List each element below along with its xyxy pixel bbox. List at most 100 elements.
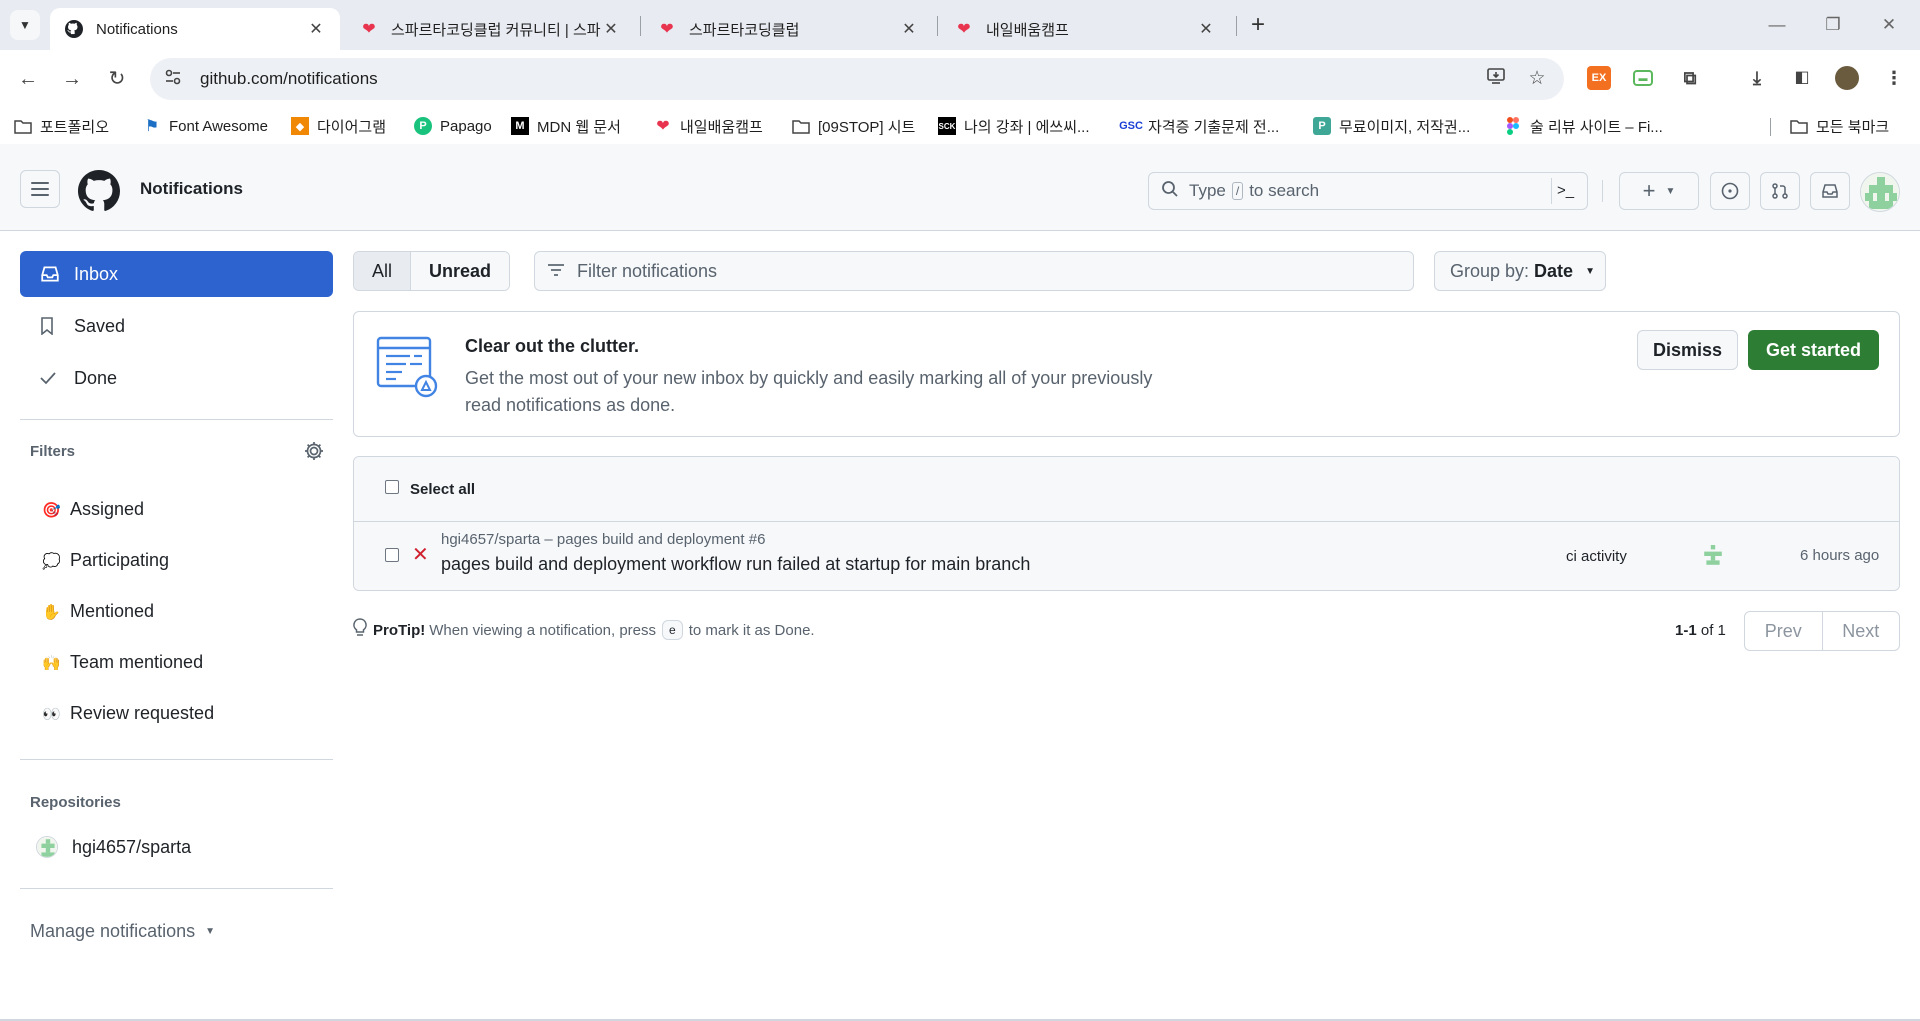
- back-button[interactable]: ←: [13, 64, 43, 94]
- filter-mentioned[interactable]: ✋ Mentioned: [20, 586, 333, 637]
- sidebar-item-done[interactable]: Done: [20, 355, 333, 401]
- filter-label: Review requested: [70, 703, 215, 723]
- raised-hand-icon: ✋: [42, 603, 61, 621]
- minimize-button[interactable]: —: [1754, 10, 1800, 40]
- browser-tab-sparta-community[interactable]: ❤ 스파르타코딩클럽 커뮤니티 | 스파르타 ✕: [345, 8, 635, 50]
- get-started-button[interactable]: Get started: [1748, 330, 1879, 370]
- filter-participating[interactable]: 💭 Participating: [20, 535, 333, 586]
- window-close-button[interactable]: ✕: [1866, 10, 1912, 40]
- gear-icon[interactable]: [303, 440, 325, 467]
- inbox-button[interactable]: [1810, 172, 1850, 210]
- filter-label: Participating: [70, 550, 170, 570]
- thought-bubble-icon: 💭: [42, 552, 61, 570]
- user-avatar[interactable]: [1860, 172, 1900, 212]
- sck-icon: SCK: [938, 117, 956, 135]
- github-header: Notifications Type / to search >_ + ▼: [0, 144, 1920, 231]
- sidebar-item-saved[interactable]: Saved: [20, 303, 333, 349]
- page-count: 1-1 of 1: [1675, 622, 1726, 639]
- global-search-input[interactable]: Type / to search >_: [1148, 172, 1588, 210]
- raised-hands-icon: 🙌: [42, 654, 61, 672]
- notification-row[interactable]: ✕ hgi4657/sparta – pages build and deplo…: [354, 522, 1899, 590]
- filter-assigned[interactable]: 🎯 Assigned: [20, 484, 333, 535]
- download-icon[interactable]: ⤓: [1745, 66, 1769, 90]
- side-panel-icon[interactable]: ◧: [1790, 66, 1814, 90]
- tab-search-button[interactable]: ▼: [10, 10, 40, 40]
- bookmark-sck[interactable]: SCK 나의 강좌 | 에쓰씨...: [938, 114, 1090, 138]
- pagination: Prev Next: [1744, 611, 1900, 651]
- hamburger-menu-button[interactable]: [20, 170, 60, 208]
- protip-text-post: to mark it as Done.: [688, 621, 815, 639]
- site-info-icon[interactable]: [164, 68, 188, 91]
- bookmark-papago[interactable]: P Papago: [414, 114, 492, 138]
- menu-dots-icon[interactable]: ⋮: [1882, 66, 1906, 90]
- profile-avatar[interactable]: [1835, 66, 1859, 90]
- forward-button[interactable]: →: [57, 64, 87, 94]
- bookmark-free-images[interactable]: P 무료이미지, 저작권...: [1313, 114, 1470, 138]
- bookmark-label: 내일배움캠프: [680, 118, 763, 136]
- browser-tab-sparta[interactable]: ❤ 스파르타코딩클럽 ✕: [643, 8, 933, 50]
- page-title[interactable]: Notifications: [140, 179, 243, 199]
- dismiss-button[interactable]: Dismiss: [1637, 330, 1738, 370]
- sidebar-item-inbox[interactable]: Inbox: [20, 251, 333, 297]
- filter-notifications-input[interactable]: Filter notifications: [534, 251, 1414, 291]
- bookmark-portfolio[interactable]: 포트폴리오: [14, 114, 109, 138]
- bookmark-figma[interactable]: 술 리뷰 사이트 – Fi...: [1504, 114, 1663, 138]
- extension-ex-icon[interactable]: EX: [1587, 66, 1611, 90]
- close-icon[interactable]: ✕: [306, 19, 326, 39]
- browser-tab-notifications[interactable]: Notifications ✕: [50, 8, 340, 50]
- bookmark-diagram[interactable]: ◆ 다이어그램: [291, 114, 386, 138]
- pull-requests-button[interactable]: [1760, 172, 1800, 210]
- github-logo-icon[interactable]: [78, 170, 120, 212]
- filter-placeholder: Filter notifications: [577, 260, 718, 281]
- select-all-checkbox[interactable]: [385, 480, 399, 494]
- page-total: of 1: [1700, 622, 1726, 639]
- prev-button[interactable]: Prev: [1745, 612, 1823, 650]
- caret-down-icon: ▼: [1665, 185, 1676, 197]
- bookmark-camp[interactable]: ❤ 내일배움캠프: [654, 114, 763, 138]
- install-app-icon[interactable]: [1483, 66, 1509, 92]
- create-new-button[interactable]: + ▼: [1619, 172, 1699, 210]
- bookmark-label: 포트폴리오: [40, 118, 110, 136]
- all-bookmarks-button[interactable]: 모든 북마크: [1790, 114, 1889, 138]
- repo-item-sparta[interactable]: hgi4657/sparta: [20, 822, 333, 872]
- bookmark-label: 술 리뷰 사이트 – Fi...: [1530, 118, 1663, 136]
- bookmark-gsc[interactable]: GSC 자격증 기출문제 전...: [1119, 114, 1279, 138]
- filter-review-requested[interactable]: 👀 Review requested: [20, 688, 333, 739]
- manage-notifications-button[interactable]: Manage notifications ▼: [20, 921, 333, 942]
- filter-team-mentioned[interactable]: 🙌 Team mentioned: [20, 637, 333, 688]
- tab-all[interactable]: All: [354, 252, 412, 290]
- close-icon[interactable]: ✕: [1196, 19, 1216, 39]
- bookmark-font-awesome[interactable]: ⚑ Font Awesome: [143, 114, 268, 138]
- list-header: Select all: [354, 457, 1899, 522]
- tab-unread[interactable]: Unread: [411, 252, 510, 290]
- filter-label: Team mentioned: [70, 652, 204, 672]
- restore-button[interactable]: ❐: [1810, 10, 1856, 40]
- select-all-label[interactable]: Select all: [410, 481, 475, 498]
- new-tab-button[interactable]: +: [1244, 12, 1272, 40]
- command-palette-icon[interactable]: >_: [1551, 178, 1579, 204]
- puzzle-icon[interactable]: ⧉: [1678, 66, 1702, 90]
- browser-tab-camp[interactable]: ❤ 내일배움캠프 ✕: [940, 8, 1230, 50]
- filters-heading: Filters: [30, 443, 76, 460]
- group-by-value: Date: [1534, 260, 1574, 281]
- notification-message[interactable]: pages build and deployment workflow run …: [441, 554, 1030, 575]
- eyes-icon: 👀: [42, 705, 61, 723]
- issues-button[interactable]: [1710, 172, 1750, 210]
- notification-repo[interactable]: hgi4657/sparta – pages build and deploym…: [441, 531, 765, 548]
- star-icon[interactable]: ☆: [1524, 66, 1550, 92]
- bookmark-09stop[interactable]: [09STOP] 시트: [792, 114, 915, 138]
- close-icon[interactable]: ✕: [601, 19, 621, 39]
- bookmark-mdn[interactable]: M MDN 웹 문서: [511, 114, 621, 138]
- folder-icon: [1790, 117, 1808, 135]
- bookmark-label: 나의 강좌 | 에쓰씨...: [964, 118, 1090, 136]
- row-checkbox[interactable]: [385, 548, 399, 562]
- folder-icon: [14, 117, 32, 135]
- target-icon: 🎯: [42, 501, 61, 519]
- address-bar[interactable]: github.com/notifications ☆: [150, 58, 1564, 100]
- reload-button[interactable]: ↻: [102, 64, 132, 94]
- extension-screen-icon[interactable]: ▬: [1633, 70, 1653, 86]
- group-by-dropdown[interactable]: Group by: Date ▼: [1434, 251, 1606, 291]
- next-button[interactable]: Next: [1823, 612, 1900, 650]
- close-icon[interactable]: ✕: [899, 19, 919, 39]
- plus-icon: +: [1642, 178, 1656, 203]
